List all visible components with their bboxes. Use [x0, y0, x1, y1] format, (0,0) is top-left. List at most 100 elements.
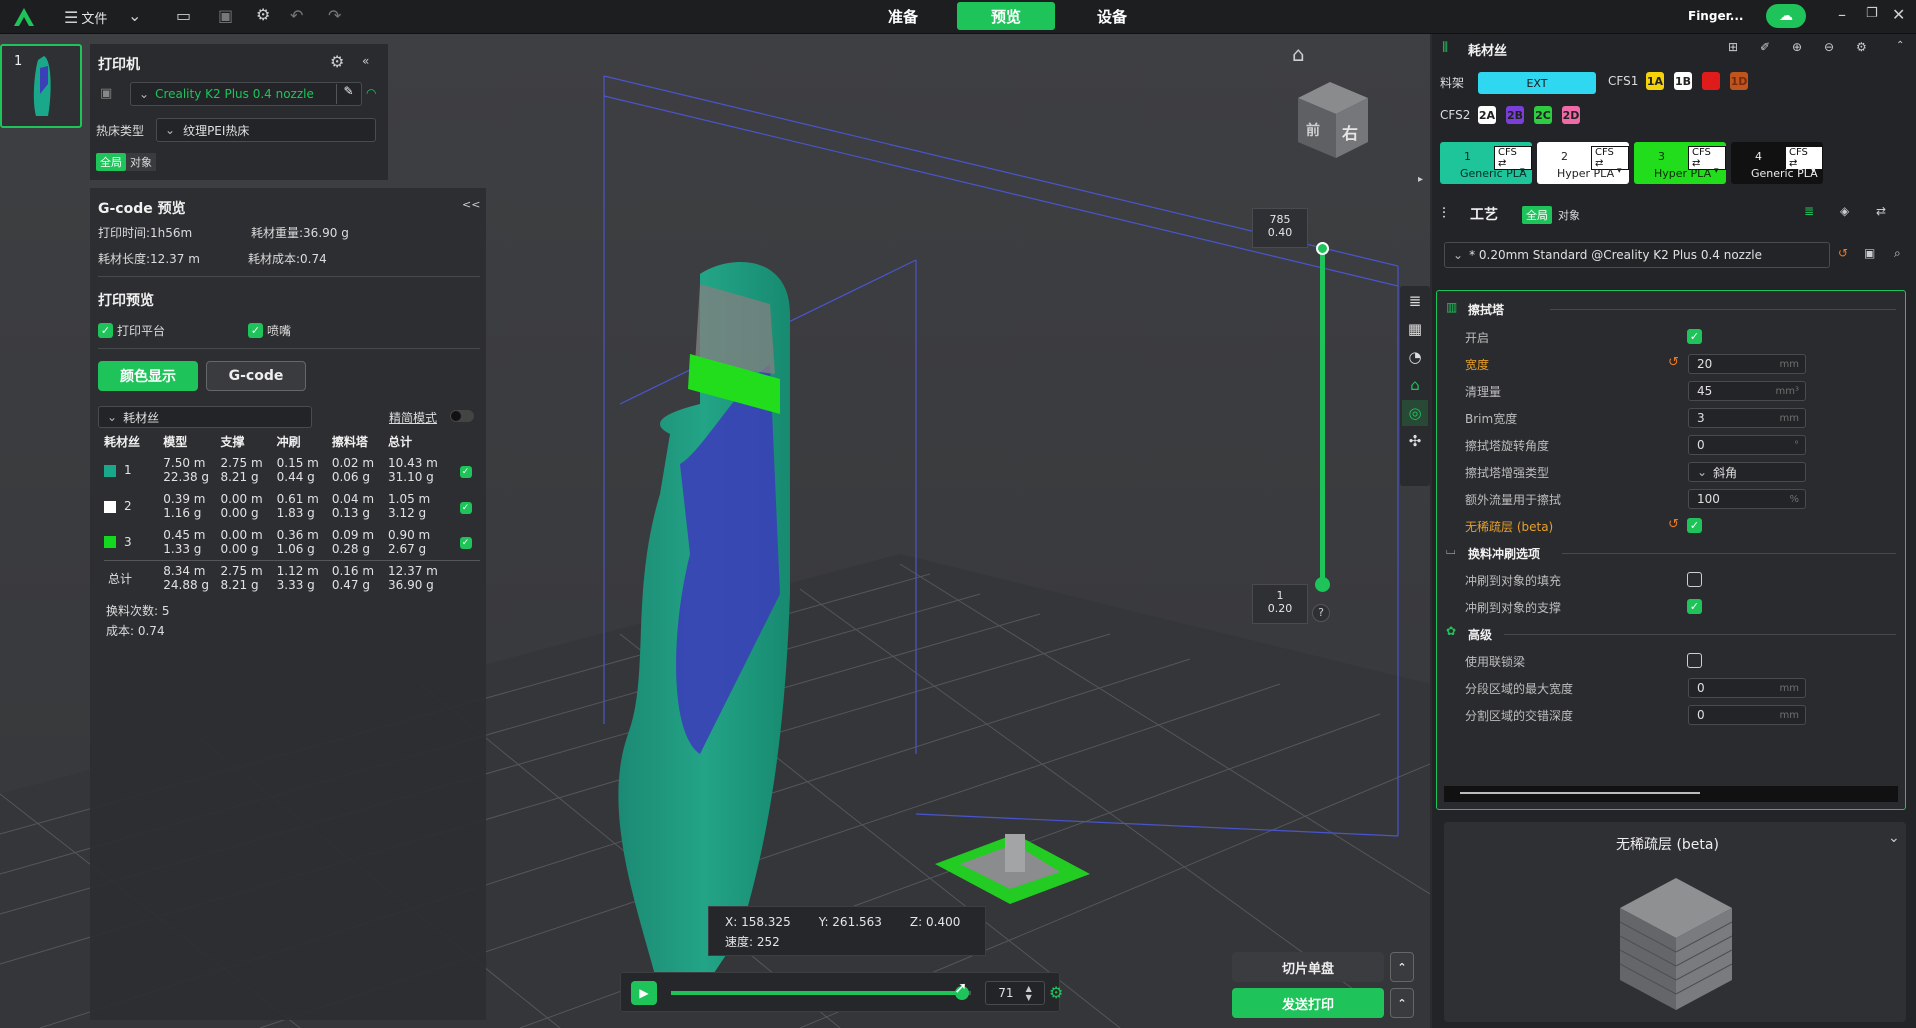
user-name[interactable]: Finger... — [1688, 9, 1743, 23]
flush-support-checkbox[interactable]: ✓ — [1687, 599, 1702, 614]
view-type-select[interactable]: ⌄ 耗材丝 — [98, 406, 312, 428]
show-plate-option[interactable]: ✓ 打印平台 — [98, 322, 165, 339]
slot-2a[interactable]: 2A — [1478, 106, 1496, 124]
gear-icon[interactable]: ⚙ — [256, 5, 270, 24]
save-icon[interactable]: ▣ — [218, 6, 233, 25]
speed-gauge-icon[interactable]: ◔ — [1402, 344, 1428, 370]
sync-settings-icon[interactable]: ⇄ — [1876, 204, 1886, 218]
gear-settings-icon[interactable]: ⚙ — [1049, 983, 1063, 1002]
gcode-button[interactable]: G-code — [206, 361, 306, 391]
layer-slider-bottom-handle[interactable] — [1315, 577, 1330, 592]
stepper-arrows-icon[interactable]: ▲ ▼ — [1026, 984, 1032, 1002]
compare-icon[interactable]: ◈ — [1840, 204, 1849, 218]
redo-icon[interactable]: ↷ — [328, 6, 341, 25]
more-icon[interactable]: ⌃ — [1896, 40, 1904, 51]
scope-object[interactable]: 对象 — [126, 153, 156, 171]
bridge-icon[interactable]: ⌂ — [1402, 372, 1428, 398]
send-print-button[interactable]: 发送打印 — [1232, 988, 1384, 1018]
close-icon[interactable]: ✕ — [1892, 5, 1905, 24]
seg-width-input[interactable]: 0 mm — [1688, 678, 1806, 698]
interlock-checkbox[interactable] — [1687, 653, 1702, 668]
collapse-icon[interactable]: « — [362, 54, 369, 68]
add-filament-icon[interactable]: ⊕ — [1792, 40, 1802, 54]
enable-checkbox[interactable]: ✓ — [1687, 329, 1702, 344]
folder-icon[interactable]: ▭ — [176, 6, 191, 25]
remove-filament-icon[interactable]: ⊖ — [1824, 40, 1834, 54]
filament-card-1[interactable]: 1 CFS ⇄ Generic PLA ▾ — [1440, 142, 1532, 184]
width-input[interactable]: 20 mm — [1688, 354, 1806, 374]
settings-scrollbar[interactable] — [1444, 786, 1898, 802]
seg-depth-input[interactable]: 0 mm — [1688, 705, 1806, 725]
scope-global[interactable]: 全局 — [96, 153, 126, 171]
printer-select[interactable]: ⌄ Creality K2 Plus 0.4 nozzle — [130, 82, 362, 106]
layer-slider-top-handle[interactable] — [1316, 242, 1329, 255]
purge-input[interactable]: 45 mm³ — [1688, 381, 1806, 401]
reinforce-select[interactable]: ⌄ 斜角 — [1688, 462, 1806, 482]
sync-icon[interactable]: ⊞ — [1728, 40, 1738, 54]
move-step-input[interactable]: 71 ▲ ▼ — [985, 981, 1045, 1005]
extra-flow-input[interactable]: 100% — [1688, 489, 1806, 509]
restore-icon[interactable]: ❐ — [1866, 6, 1878, 21]
filament-visible-checkbox[interactable]: ✓ — [459, 501, 472, 514]
reset-icon[interactable]: ↺ — [1838, 246, 1848, 260]
help-button[interactable]: ? — [1312, 604, 1330, 622]
chevron-down-icon[interactable]: ⌄ — [128, 6, 141, 25]
ext-slot[interactable]: EXT — [1478, 72, 1596, 94]
save-profile-icon[interactable]: ▣ — [1864, 246, 1875, 260]
slot-2b[interactable]: 2B — [1506, 106, 1524, 124]
tab-device[interactable]: 设备 — [1063, 2, 1161, 30]
process-scope-object[interactable]: 对象 — [1552, 206, 1586, 224]
slice-options-button[interactable]: ⌃ — [1390, 952, 1414, 982]
edit-printer-button[interactable]: ✎ — [336, 84, 360, 104]
show-nozzle-checkbox[interactable]: ✓ — [248, 323, 263, 338]
slot-1a[interactable]: 1A — [1646, 72, 1664, 90]
rotation-input[interactable]: 0 ° — [1688, 435, 1806, 455]
process-profile-select[interactable]: ⌄ * 0.20mm Standard @Creality K2 Plus 0.… — [1444, 242, 1830, 268]
process-scope-global[interactable]: 全局 — [1522, 206, 1552, 224]
layer-list-icon[interactable]: ≣ — [1402, 288, 1428, 314]
no-sparse-reset-icon[interactable]: ↺ — [1668, 517, 1679, 532]
width-reset-icon[interactable]: ↺ — [1668, 355, 1679, 370]
filament-card-2[interactable]: 2 CFS ⇄ Hyper PLA ▾ — [1537, 142, 1629, 184]
plate-thumbnail[interactable]: 1 — [0, 44, 82, 128]
bed-type-select[interactable]: ⌄ 纹理PEI热床 — [156, 118, 376, 142]
home-view-icon[interactable]: ⌂ — [1292, 42, 1305, 66]
no-sparse-checkbox[interactable]: ✓ — [1687, 518, 1702, 533]
brim-input[interactable]: 3 mm — [1688, 408, 1806, 428]
target-icon[interactable]: ◎ — [1402, 400, 1428, 426]
cloud-upload-button[interactable]: ☁ — [1766, 4, 1806, 28]
layer-slider-track[interactable] — [1320, 248, 1325, 584]
tab-preview[interactable]: 预览 — [957, 2, 1055, 30]
show-nozzle-option[interactable]: ✓ 喷嘴 — [248, 322, 291, 339]
list-view-icon[interactable]: ≣ — [1804, 204, 1814, 218]
slot-1d[interactable]: 1D — [1730, 72, 1748, 90]
move-slider-track[interactable] — [671, 991, 971, 995]
filament-visible-checkbox[interactable]: ✓ — [459, 537, 472, 550]
filament-card-4[interactable]: 4 CFS ⇄ Generic PLA ▾ — [1731, 142, 1823, 184]
help-expand-icon[interactable]: ⌄ — [1888, 830, 1900, 846]
slot-2d[interactable]: 2D — [1562, 106, 1580, 124]
undo-icon[interactable]: ↶ — [290, 6, 303, 25]
filament-visible-checkbox[interactable]: ✓ — [459, 465, 472, 478]
printer-settings-icon[interactable]: ⚙ — [330, 52, 344, 71]
play-button[interactable]: ▶ — [631, 981, 657, 1005]
gcode-collapse-button[interactable]: << — [462, 198, 480, 211]
minimize-icon[interactable]: – — [1838, 5, 1846, 24]
file-menu[interactable]: ☰ 文件 — [64, 6, 107, 28]
simple-mode-toggle[interactable] — [450, 410, 474, 422]
search-icon[interactable]: ⌕ — [1894, 246, 1901, 261]
slice-plate-button[interactable]: 切片单盘 — [1232, 952, 1384, 982]
brush-icon[interactable]: ✐ — [1760, 40, 1770, 54]
app-logo[interactable] — [12, 6, 36, 28]
filament-card-3[interactable]: 3 CFS ⇄ Hyper PLA ▾ — [1634, 142, 1726, 184]
panel-toggle-arrow[interactable]: ▸ — [1418, 174, 1423, 185]
show-plate-checkbox[interactable]: ✓ — [98, 323, 113, 338]
slot-1b[interactable]: 1B — [1674, 72, 1692, 90]
tab-prepare[interactable]: 准备 — [854, 2, 952, 30]
filament-settings-icon[interactable]: ⚙ — [1856, 40, 1867, 54]
color-display-button[interactable]: 颜色显示 — [98, 361, 198, 391]
view-cube[interactable]: 前 右 — [1298, 80, 1368, 158]
slot-2c[interactable]: 2C — [1534, 106, 1552, 124]
flush-infill-checkbox[interactable] — [1687, 572, 1702, 587]
slot-1c[interactable]: 1C — [1702, 72, 1720, 90]
